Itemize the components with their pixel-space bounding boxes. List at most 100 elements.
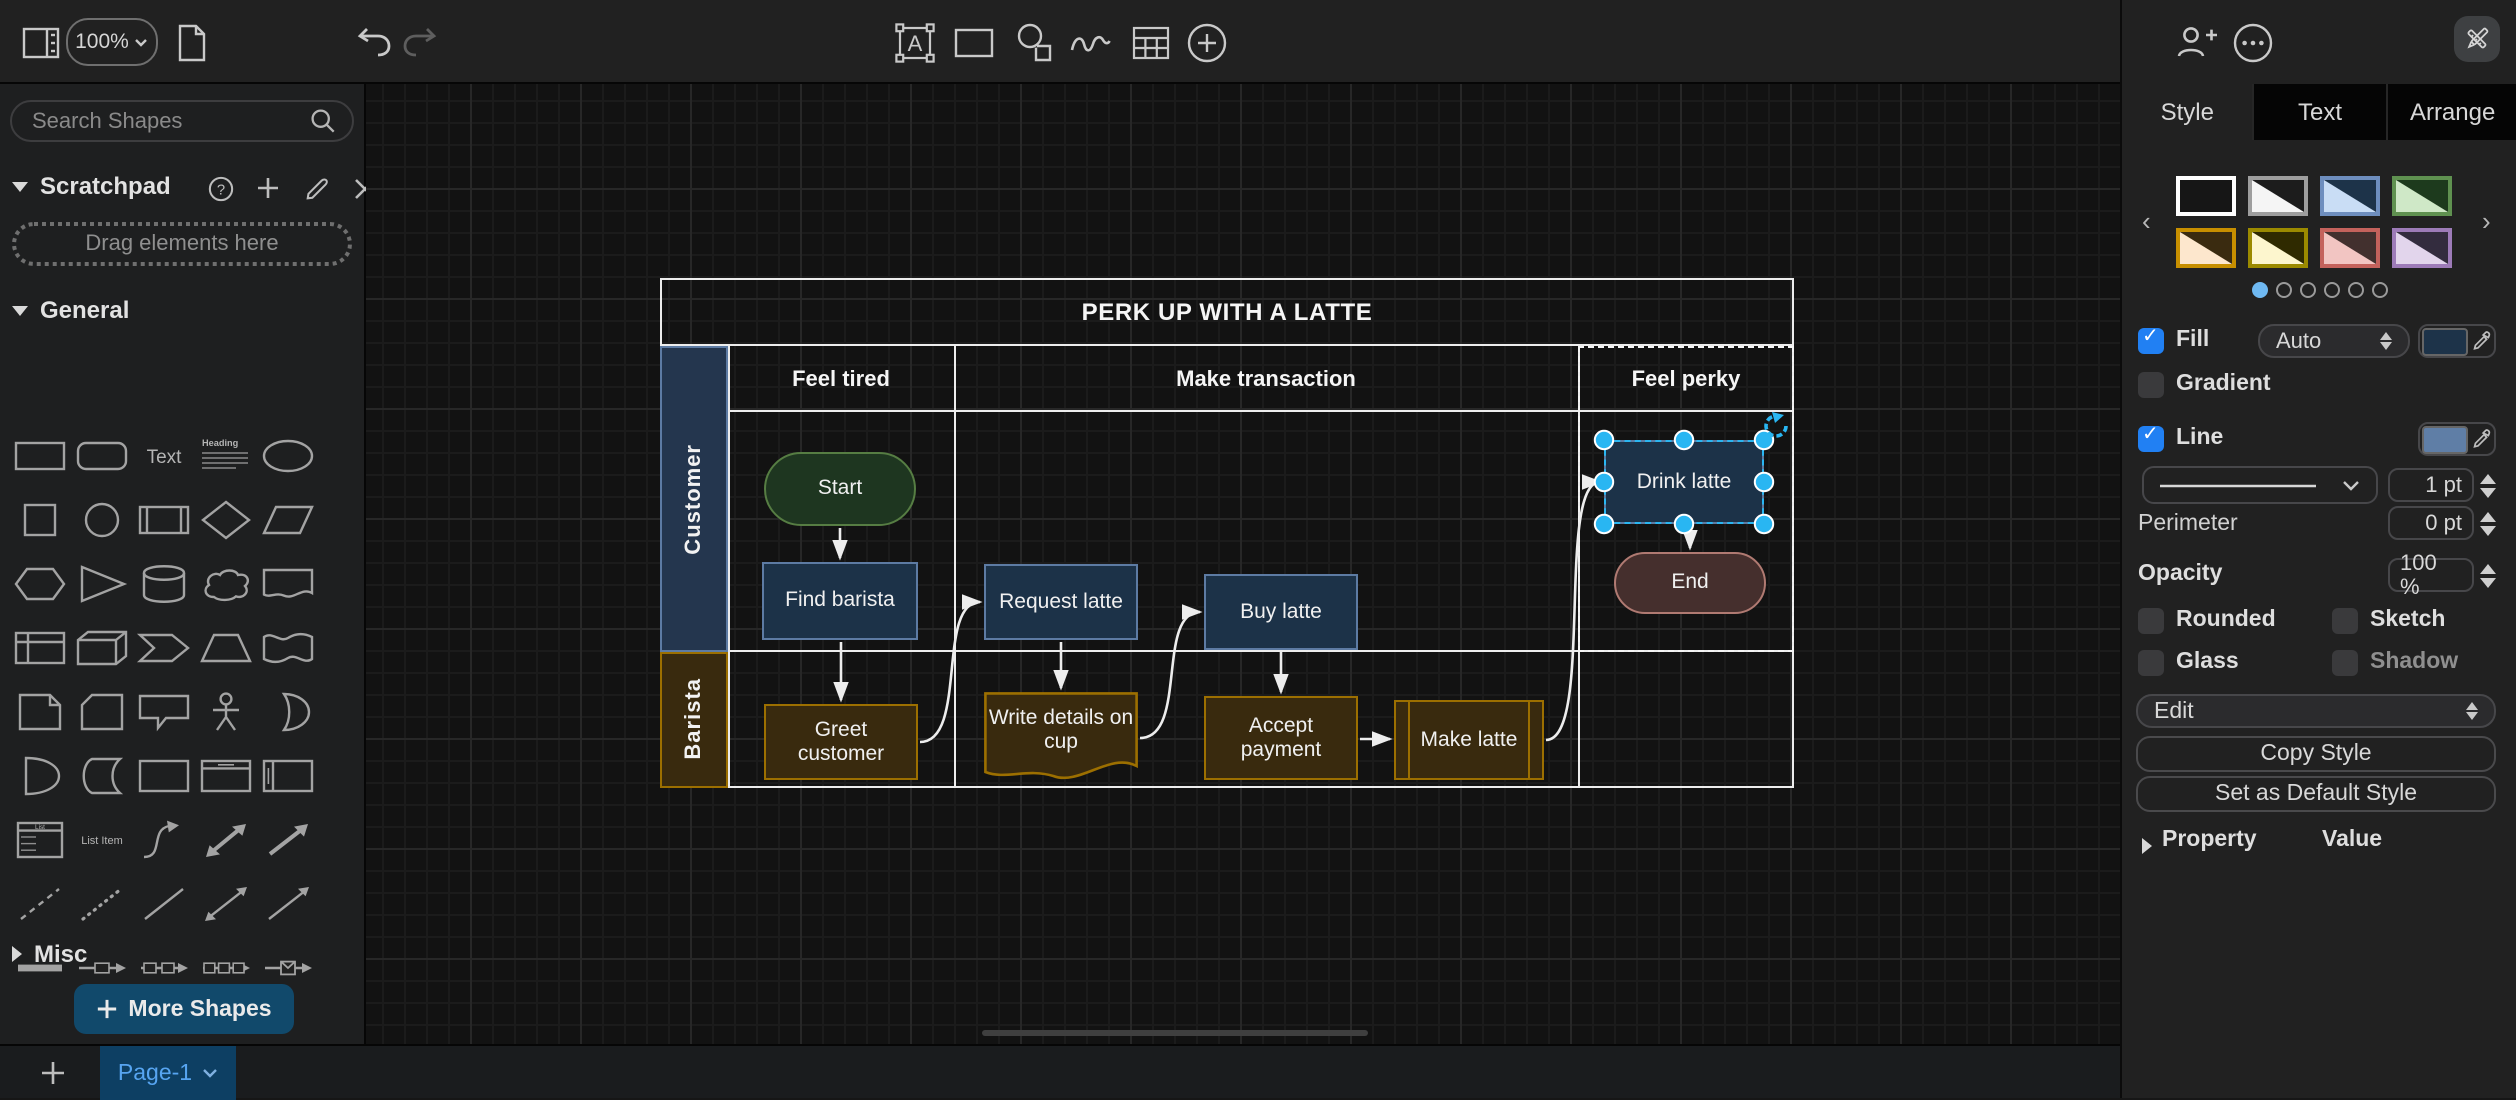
preset-page-dot-2[interactable] xyxy=(2300,282,2316,298)
shape-vertical-container[interactable] xyxy=(256,744,318,808)
shape-process[interactable] xyxy=(132,488,194,552)
fill-checkbox[interactable] xyxy=(2138,328,2164,354)
shape-arrow[interactable] xyxy=(256,808,318,872)
style-preset-0[interactable] xyxy=(2176,176,2236,216)
lane-label-barista[interactable]: Barista xyxy=(660,651,728,788)
shape-rounded-rectangle[interactable] xyxy=(70,424,132,488)
sketch-checkbox[interactable] xyxy=(2332,608,2358,634)
shape-cloud[interactable] xyxy=(194,552,256,616)
preset-page-dot-5[interactable] xyxy=(2372,282,2388,298)
fill-mode-select[interactable]: Auto xyxy=(2258,324,2410,358)
node-buy-latte[interactable]: Buy latte xyxy=(1204,574,1358,650)
style-preset-2[interactable] xyxy=(2320,176,2380,216)
style-preset-6[interactable] xyxy=(2320,228,2380,268)
selection-handle[interactable] xyxy=(1595,515,1613,533)
shape-parallelogram[interactable] xyxy=(256,488,318,552)
shape-line[interactable] xyxy=(132,872,194,936)
lane-label-customer[interactable]: Customer xyxy=(660,346,728,651)
property-expander-icon[interactable] xyxy=(2142,838,2152,854)
shape-cylinder[interactable] xyxy=(132,552,194,616)
fill-color-button[interactable] xyxy=(2418,324,2496,358)
node-write-details[interactable]: Write details on cup xyxy=(984,692,1138,784)
shape-trapezoid[interactable] xyxy=(194,616,256,680)
search-input[interactable] xyxy=(28,107,298,135)
copy-style-button[interactable]: Copy Style xyxy=(2136,736,2496,772)
column-header-make-transaction[interactable]: Make transaction xyxy=(954,346,1578,412)
edit-icon[interactable] xyxy=(300,172,332,204)
line-width-input[interactable]: 1 pt xyxy=(2388,468,2474,502)
selection-handle[interactable] xyxy=(1755,473,1773,491)
share-icon[interactable] xyxy=(2174,20,2218,64)
line-checkbox[interactable] xyxy=(2138,426,2164,452)
presets-next-icon[interactable]: › xyxy=(2482,208,2491,234)
insert-tool-icon[interactable] xyxy=(1184,20,1228,64)
shape-dashed-line[interactable] xyxy=(8,872,70,936)
opacity-input[interactable]: 100 % xyxy=(2388,558,2474,592)
shape-square[interactable] xyxy=(8,488,70,552)
perimeter-stepper[interactable] xyxy=(2476,506,2498,540)
shape-list-item[interactable]: List Item xyxy=(70,808,132,872)
shape-card[interactable] xyxy=(70,680,132,744)
sidebar-section-scratchpad[interactable]: Scratchpad xyxy=(12,172,171,200)
shape-container-with-title[interactable] xyxy=(194,744,256,808)
preset-page-dot-3[interactable] xyxy=(2324,282,2340,298)
shape-dotted-line[interactable] xyxy=(70,872,132,936)
style-preset-5[interactable] xyxy=(2248,228,2308,268)
sketch-mode-button[interactable] xyxy=(2454,16,2500,62)
shape-and[interactable] xyxy=(8,744,70,808)
column-header-feel-tired[interactable]: Feel tired xyxy=(728,346,954,412)
node-end[interactable]: End xyxy=(1614,552,1766,614)
preset-page-dot-0[interactable] xyxy=(2252,282,2268,298)
help-icon[interactable]: ? xyxy=(204,172,236,204)
node-drink-latte[interactable]: Drink latte xyxy=(1604,440,1764,524)
gradient-checkbox[interactable] xyxy=(2138,372,2164,398)
line-style-select[interactable] xyxy=(2142,466,2378,504)
set-default-style-button[interactable]: Set as Default Style xyxy=(2136,776,2496,812)
shape-rectangle[interactable] xyxy=(8,424,70,488)
glass-checkbox[interactable] xyxy=(2138,650,2164,676)
line-width-stepper[interactable] xyxy=(2476,468,2498,502)
pool-title[interactable]: PERK UP WITH A LATTE xyxy=(660,278,1794,346)
shadow-checkbox[interactable] xyxy=(2332,650,2358,676)
sidebar-section-misc[interactable]: Misc xyxy=(12,940,87,968)
style-preset-7[interactable] xyxy=(2392,228,2452,268)
shape-bidirectional-connector[interactable] xyxy=(194,872,256,936)
selection-handle[interactable] xyxy=(1595,473,1613,491)
text-tool-icon[interactable]: A xyxy=(892,20,936,64)
shape-curve[interactable] xyxy=(132,808,194,872)
node-request-latte[interactable]: Request latte xyxy=(984,564,1138,640)
freehand-tool-icon[interactable] xyxy=(1068,20,1112,64)
style-preset-4[interactable] xyxy=(2176,228,2236,268)
node-find-barista[interactable]: Find barista xyxy=(762,562,918,640)
tab-arrange[interactable]: Arrange xyxy=(2387,84,2516,140)
selection-handle[interactable] xyxy=(1595,431,1613,449)
node-greet-customer[interactable]: Greet customer xyxy=(764,704,918,780)
sidebar-section-general[interactable]: General xyxy=(12,296,129,324)
shape-internal-storage[interactable] xyxy=(8,616,70,680)
add-icon[interactable] xyxy=(252,172,284,204)
shape-text[interactable]: Text xyxy=(132,424,194,488)
scratchpad-dropzone[interactable]: Drag elements here xyxy=(12,222,352,266)
presets-prev-icon[interactable]: ‹ xyxy=(2142,208,2151,234)
selection-handle[interactable] xyxy=(1675,515,1693,533)
selection-handle[interactable] xyxy=(1755,515,1773,533)
more-shapes-button[interactable]: More Shapes xyxy=(74,984,294,1034)
table-tool-icon[interactable] xyxy=(1128,20,1172,64)
shape-bidirectional-arrow[interactable] xyxy=(194,808,256,872)
zoom-dropdown[interactable]: 100% xyxy=(66,18,158,66)
rounded-checkbox[interactable] xyxy=(2138,608,2164,634)
shapes-tool-icon[interactable] xyxy=(1012,20,1056,64)
shape-step[interactable] xyxy=(132,616,194,680)
sidebar-toggle-icon[interactable] xyxy=(18,20,62,64)
shape-tape[interactable] xyxy=(256,616,318,680)
preset-page-dot-1[interactable] xyxy=(2276,282,2292,298)
shape-note[interactable] xyxy=(8,680,70,744)
shape-ellipse[interactable] xyxy=(256,424,318,488)
shape-actor[interactable] xyxy=(194,680,256,744)
redo-icon[interactable] xyxy=(398,20,442,64)
shape-triangle[interactable] xyxy=(70,552,132,616)
diagram-canvas[interactable]: PERK UP WITH A LATTE Customer Barista Fe… xyxy=(366,84,2120,1044)
perimeter-input[interactable]: 0 pt xyxy=(2388,506,2474,540)
preset-page-dot-4[interactable] xyxy=(2348,282,2364,298)
shape-or[interactable] xyxy=(256,680,318,744)
